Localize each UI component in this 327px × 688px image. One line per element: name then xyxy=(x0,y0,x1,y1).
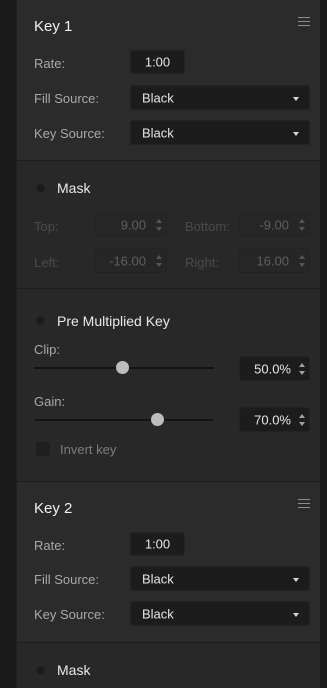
mask2-title: Mask xyxy=(57,662,91,678)
stepper-arrows-icon[interactable] xyxy=(299,362,305,375)
gain-value: 70.0% xyxy=(254,412,291,427)
invert-key-checkbox[interactable] xyxy=(36,442,50,456)
key2-key-source-value: Black xyxy=(142,606,174,621)
key1-rate-label: Rate: xyxy=(34,56,66,71)
upstream-key-panel: Key 1 Rate: 1:00 Fill Source: Black Key … xyxy=(16,0,320,688)
chevron-down-icon xyxy=(293,131,299,136)
key2-rate-label: Rate: xyxy=(34,538,66,553)
mask1-right-value: 16.00 xyxy=(256,253,289,268)
stepper-arrows-icon[interactable] xyxy=(299,413,305,426)
divider xyxy=(17,481,320,482)
mask1-top-label: Top: xyxy=(34,219,59,234)
premultiplied-enable-led-icon[interactable] xyxy=(36,316,45,325)
stepper-arrows-icon[interactable] xyxy=(156,254,162,267)
mask1-right-input[interactable]: 16.00 xyxy=(239,248,310,273)
gain-input[interactable]: 70.0% xyxy=(239,407,310,432)
key2-rate-value: 1:00 xyxy=(144,536,171,552)
key1-fill-source-select[interactable]: Black xyxy=(130,85,310,110)
mask1-left-value: -16.00 xyxy=(109,253,146,268)
mask1-top-value: 9.00 xyxy=(120,217,146,232)
clip-slider-thumb[interactable] xyxy=(115,361,129,374)
stepper-arrows-icon[interactable] xyxy=(299,218,305,231)
key1-title: Key 1 xyxy=(34,18,73,35)
stepper-arrows-icon[interactable] xyxy=(299,254,305,267)
key1-key-source-label: Key Source: xyxy=(34,126,105,141)
stepper-arrows-icon[interactable] xyxy=(156,218,162,231)
key2-fill-source-value: Black xyxy=(142,571,174,586)
chevron-down-icon xyxy=(293,577,299,582)
hamburger-menu-icon[interactable] xyxy=(298,17,310,27)
key1-key-source-select[interactable]: Black xyxy=(130,120,310,145)
mask1-left-label: Left: xyxy=(34,255,60,270)
key2-title: Key 2 xyxy=(34,500,73,517)
invert-key-label: Invert key xyxy=(60,442,117,457)
key1-rate-value: 1:00 xyxy=(144,54,171,70)
chevron-down-icon xyxy=(293,96,299,101)
clip-input[interactable]: 50.0% xyxy=(239,356,310,381)
mask1-title: Mask xyxy=(57,180,91,196)
gain-label: Gain: xyxy=(34,394,66,409)
key1-key-source-value: Black xyxy=(142,125,174,140)
mask2-enable-led-icon[interactable] xyxy=(36,666,45,675)
gain-slider-track[interactable] xyxy=(34,419,214,421)
hamburger-menu-icon[interactable] xyxy=(298,499,310,509)
key2-key-source-label: Key Source: xyxy=(34,607,105,622)
chevron-down-icon xyxy=(293,612,299,617)
key2-rate-input[interactable]: 1:00 xyxy=(130,532,185,556)
mask1-enable-led-icon[interactable] xyxy=(36,184,45,193)
gain-slider-thumb[interactable] xyxy=(150,413,164,426)
mask1-bottom-input[interactable]: -9.00 xyxy=(239,212,310,237)
mask1-bottom-label: Bottom: xyxy=(185,219,230,234)
key2-fill-source-select[interactable]: Black xyxy=(130,566,310,591)
key1-fill-source-label: Fill Source: xyxy=(34,91,100,106)
mask1-top-input[interactable]: 9.00 xyxy=(95,212,167,237)
key1-rate-input[interactable]: 1:00 xyxy=(130,50,185,74)
clip-value: 50.0% xyxy=(254,361,291,376)
clip-label: Clip: xyxy=(34,342,61,357)
premultiplied-title: Pre Multiplied Key xyxy=(57,313,170,329)
key2-key-source-select[interactable]: Black xyxy=(130,601,310,626)
mask1-left-input[interactable]: -16.00 xyxy=(95,248,167,273)
mask1-right-label: Right: xyxy=(185,255,219,270)
mask1-bottom-value: -9.00 xyxy=(259,217,289,232)
key2-fill-source-label: Fill Source: xyxy=(34,572,100,587)
key1-fill-source-value: Black xyxy=(142,90,174,105)
